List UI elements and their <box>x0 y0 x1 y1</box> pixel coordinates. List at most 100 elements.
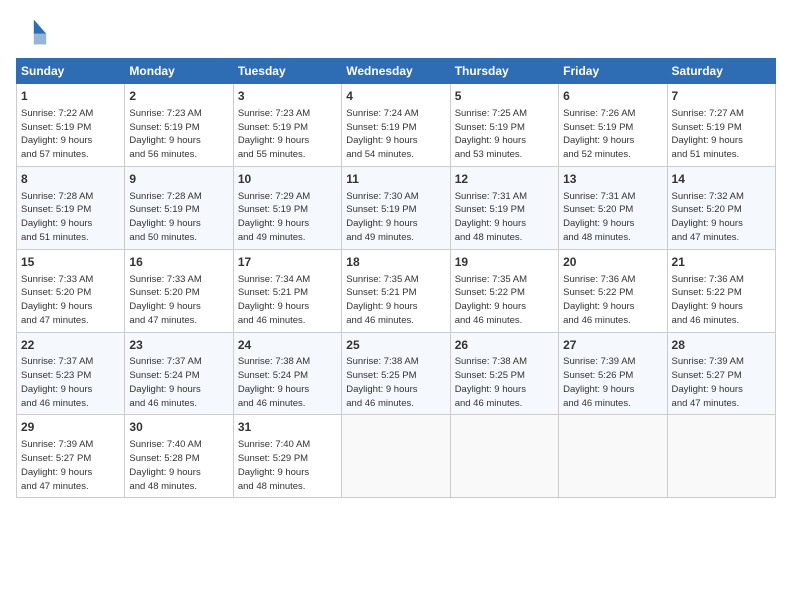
day-number: 15 <box>21 254 120 271</box>
page: SundayMondayTuesdayWednesdayThursdayFrid… <box>0 0 792 612</box>
week-row-5: 29 Sunrise: 7:39 AM Sunset: 5:27 PM Dayli… <box>17 415 776 498</box>
header-cell-wednesday: Wednesday <box>342 59 450 84</box>
day-info: Sunrise: 7:25 AM Sunset: 5:19 PM Dayligh… <box>455 107 554 162</box>
day-cell: 29 Sunrise: 7:39 AM Sunset: 5:27 PM Dayli… <box>17 415 125 498</box>
header-cell-sunday: Sunday <box>17 59 125 84</box>
header-cell-friday: Friday <box>559 59 667 84</box>
day-info: Sunrise: 7:36 AM Sunset: 5:22 PM Dayligh… <box>563 273 662 328</box>
day-info: Sunrise: 7:38 AM Sunset: 5:25 PM Dayligh… <box>455 355 554 410</box>
day-cell: 23Sunrise: 7:37 AM Sunset: 5:24 PM Dayli… <box>125 332 233 415</box>
day-info: Sunrise: 7:26 AM Sunset: 5:19 PM Dayligh… <box>563 107 662 162</box>
day-info: Sunrise: 7:28 AM Sunset: 5:19 PM Dayligh… <box>129 190 228 245</box>
day-cell: 18 Sunrise: 7:35 AM Sunset: 5:21 PM Dayli… <box>342 249 450 332</box>
day-cell: 31Sunrise: 7:40 AM Sunset: 5:29 PM Dayli… <box>233 415 341 498</box>
calendar-body: 1 Sunrise: 7:22 AM Sunset: 5:19 PM Daylig… <box>17 84 776 498</box>
day-number: 21 <box>672 254 771 271</box>
day-number: 9 <box>129 171 228 188</box>
header-cell-tuesday: Tuesday <box>233 59 341 84</box>
day-number: 29 <box>21 419 120 436</box>
day-number: 27 <box>563 337 662 354</box>
day-info: Sunrise: 7:34 AM Sunset: 5:21 PM Dayligh… <box>238 273 337 328</box>
day-info: Sunrise: 7:39 AM Sunset: 5:26 PM Dayligh… <box>563 355 662 410</box>
day-cell: 5 Sunrise: 7:25 AM Sunset: 5:19 PM Daylig… <box>450 84 558 167</box>
day-number: 12 <box>455 171 554 188</box>
day-number: 30 <box>129 419 228 436</box>
day-cell: 21 Sunrise: 7:36 AM Sunset: 5:22 PM Dayli… <box>667 249 775 332</box>
day-number: 6 <box>563 88 662 105</box>
day-cell <box>342 415 450 498</box>
day-info: Sunrise: 7:24 AM Sunset: 5:19 PM Dayligh… <box>346 107 445 162</box>
day-cell: 27Sunrise: 7:39 AM Sunset: 5:26 PM Dayli… <box>559 332 667 415</box>
day-cell: 4 Sunrise: 7:24 AM Sunset: 5:19 PM Daylig… <box>342 84 450 167</box>
day-info: Sunrise: 7:31 AM Sunset: 5:19 PM Dayligh… <box>455 190 554 245</box>
day-cell: 22Sunrise: 7:37 AM Sunset: 5:23 PM Dayli… <box>17 332 125 415</box>
day-cell: 9 Sunrise: 7:28 AM Sunset: 5:19 PM Daylig… <box>125 166 233 249</box>
logo <box>16 16 52 48</box>
day-cell <box>559 415 667 498</box>
day-cell: 28Sunrise: 7:39 AM Sunset: 5:27 PM Dayli… <box>667 332 775 415</box>
day-number: 28 <box>672 337 771 354</box>
day-info: Sunrise: 7:38 AM Sunset: 5:25 PM Dayligh… <box>346 355 445 410</box>
header-cell-monday: Monday <box>125 59 233 84</box>
day-number: 23 <box>129 337 228 354</box>
day-cell: 12 Sunrise: 7:31 AM Sunset: 5:19 PM Dayli… <box>450 166 558 249</box>
week-row-4: 22Sunrise: 7:37 AM Sunset: 5:23 PM Dayli… <box>17 332 776 415</box>
day-number: 20 <box>563 254 662 271</box>
day-info: Sunrise: 7:35 AM Sunset: 5:21 PM Dayligh… <box>346 273 445 328</box>
day-number: 18 <box>346 254 445 271</box>
day-cell: 10 Sunrise: 7:29 AM Sunset: 5:19 PM Dayli… <box>233 166 341 249</box>
day-number: 16 <box>129 254 228 271</box>
day-cell: 15 Sunrise: 7:33 AM Sunset: 5:20 PM Dayli… <box>17 249 125 332</box>
day-cell: 8Sunrise: 7:28 AM Sunset: 5:19 PM Daylig… <box>17 166 125 249</box>
day-number: 7 <box>672 88 771 105</box>
logo-icon <box>16 16 48 48</box>
day-info: Sunrise: 7:39 AM Sunset: 5:27 PM Dayligh… <box>21 438 120 493</box>
day-cell <box>450 415 558 498</box>
day-cell: 17 Sunrise: 7:34 AM Sunset: 5:21 PM Dayli… <box>233 249 341 332</box>
day-cell: 14 Sunrise: 7:32 AM Sunset: 5:20 PM Dayli… <box>667 166 775 249</box>
day-info: Sunrise: 7:29 AM Sunset: 5:19 PM Dayligh… <box>238 190 337 245</box>
day-number: 17 <box>238 254 337 271</box>
day-info: Sunrise: 7:30 AM Sunset: 5:19 PM Dayligh… <box>346 190 445 245</box>
day-number: 10 <box>238 171 337 188</box>
week-row-1: 1 Sunrise: 7:22 AM Sunset: 5:19 PM Daylig… <box>17 84 776 167</box>
day-cell <box>667 415 775 498</box>
header-row: SundayMondayTuesdayWednesdayThursdayFrid… <box>17 59 776 84</box>
week-row-2: 8Sunrise: 7:28 AM Sunset: 5:19 PM Daylig… <box>17 166 776 249</box>
day-info: Sunrise: 7:33 AM Sunset: 5:20 PM Dayligh… <box>129 273 228 328</box>
day-cell: 25Sunrise: 7:38 AM Sunset: 5:25 PM Dayli… <box>342 332 450 415</box>
calendar-header: SundayMondayTuesdayWednesdayThursdayFrid… <box>17 59 776 84</box>
day-number: 3 <box>238 88 337 105</box>
day-info: Sunrise: 7:36 AM Sunset: 5:22 PM Dayligh… <box>672 273 771 328</box>
day-number: 19 <box>455 254 554 271</box>
day-number: 25 <box>346 337 445 354</box>
day-number: 14 <box>672 171 771 188</box>
day-info: Sunrise: 7:28 AM Sunset: 5:19 PM Dayligh… <box>21 190 120 245</box>
day-cell: 13Sunrise: 7:31 AM Sunset: 5:20 PM Dayli… <box>559 166 667 249</box>
day-cell: 2Sunrise: 7:23 AM Sunset: 5:19 PM Daylig… <box>125 84 233 167</box>
day-number: 31 <box>238 419 337 436</box>
day-cell: 19 Sunrise: 7:35 AM Sunset: 5:22 PM Dayli… <box>450 249 558 332</box>
day-cell: 1 Sunrise: 7:22 AM Sunset: 5:19 PM Daylig… <box>17 84 125 167</box>
day-info: Sunrise: 7:32 AM Sunset: 5:20 PM Dayligh… <box>672 190 771 245</box>
week-row-3: 15 Sunrise: 7:33 AM Sunset: 5:20 PM Dayli… <box>17 249 776 332</box>
day-info: Sunrise: 7:22 AM Sunset: 5:19 PM Dayligh… <box>21 107 120 162</box>
day-info: Sunrise: 7:35 AM Sunset: 5:22 PM Dayligh… <box>455 273 554 328</box>
day-info: Sunrise: 7:37 AM Sunset: 5:23 PM Dayligh… <box>21 355 120 410</box>
day-info: Sunrise: 7:31 AM Sunset: 5:20 PM Dayligh… <box>563 190 662 245</box>
day-info: Sunrise: 7:23 AM Sunset: 5:19 PM Dayligh… <box>238 107 337 162</box>
day-cell: 30Sunrise: 7:40 AM Sunset: 5:28 PM Dayli… <box>125 415 233 498</box>
day-cell: 6 Sunrise: 7:26 AM Sunset: 5:19 PM Daylig… <box>559 84 667 167</box>
day-cell: 3 Sunrise: 7:23 AM Sunset: 5:19 PM Daylig… <box>233 84 341 167</box>
day-number: 2 <box>129 88 228 105</box>
day-number: 11 <box>346 171 445 188</box>
day-cell: 24Sunrise: 7:38 AM Sunset: 5:24 PM Dayli… <box>233 332 341 415</box>
header-cell-saturday: Saturday <box>667 59 775 84</box>
header-cell-thursday: Thursday <box>450 59 558 84</box>
day-number: 5 <box>455 88 554 105</box>
day-number: 22 <box>21 337 120 354</box>
day-info: Sunrise: 7:33 AM Sunset: 5:20 PM Dayligh… <box>21 273 120 328</box>
calendar-table: SundayMondayTuesdayWednesdayThursdayFrid… <box>16 58 776 498</box>
day-number: 4 <box>346 88 445 105</box>
day-number: 1 <box>21 88 120 105</box>
